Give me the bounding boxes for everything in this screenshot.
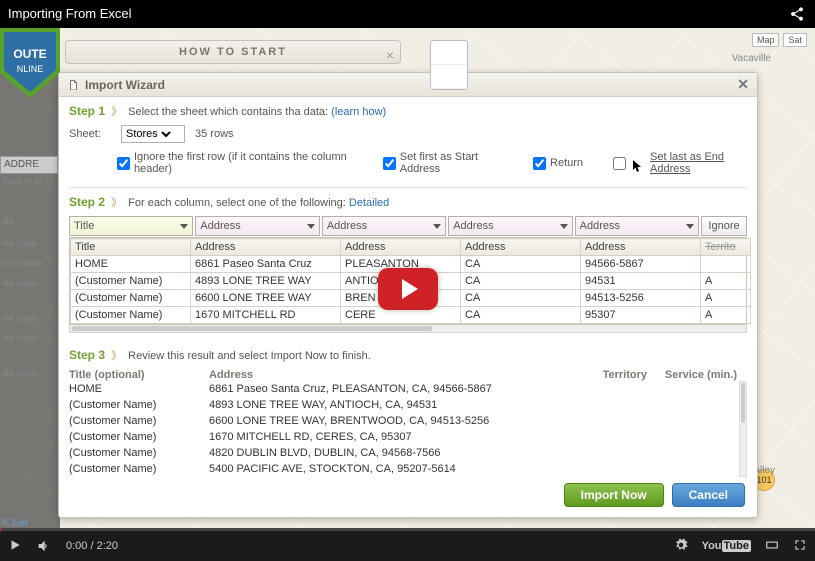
cancel-button[interactable]: Cancel [672,483,745,507]
grid-header: Address [191,239,341,256]
chk-set-first-start[interactable]: Set first as Start Address [383,151,503,175]
list-item: (Customer Name)6600 LONE TREE WAY, BRENT… [69,413,747,429]
grid-header: Title [71,239,191,256]
col-select-address[interactable]: Address [322,216,446,236]
map-city-label: Vacaville [732,53,771,64]
list-item: HOME6861 Paseo Santa Cruz, PLEASANTON, C… [69,381,747,397]
youtube-logo[interactable]: YouTube [702,540,751,552]
grid-header: Address [581,239,701,256]
step2-label: Step 2 [69,195,105,209]
sheet-label: Sheet: [69,128,111,140]
s3-header-territory: Territory [557,369,647,381]
learn-how-link[interactable]: (learn how) [331,106,386,118]
svg-text:OUTE: OUTE [13,47,46,61]
chk-ignore-first-row[interactable]: Ignore the first row (if it contains the… [117,151,353,175]
how-to-start-bar: HOW TO START × [65,40,401,64]
fullscreen-icon[interactable] [793,538,807,555]
step1-label: Step 1 [69,104,105,118]
sidebar-field-fragment: itle (optio [2,278,39,288]
step1-text: Select the sheet which contains tha data… [128,106,328,118]
grid-header: Territo [701,239,751,256]
close-icon[interactable]: × [386,44,394,66]
step3-text: Review this result and select Import Now… [128,350,371,362]
s3-header-address: Address [209,369,557,381]
list-item: (Customer Name)4820 DUBLIN BLVD, DUBLIN,… [69,445,747,461]
video-control-bar: 0:00 / 2:20 YouTube [0,531,815,561]
sheet-select[interactable]: Stores [122,126,174,142]
sidebar-field-fragment: urn (make [2,258,43,268]
theater-icon[interactable] [765,538,779,555]
col-select-title[interactable]: Title [69,216,193,236]
svg-text:NLINE: NLINE [17,64,44,74]
ignore-column-button[interactable]: Ignore [701,216,747,236]
map-zoom-control[interactable] [430,40,468,90]
progress-bar[interactable] [0,528,815,531]
chk-return[interactable]: Return [533,157,583,170]
list-item: (Customer Name)1670 MITCHELL RD, CERES, … [69,429,747,445]
col-select-address[interactable]: Address [448,216,572,236]
sheet-rowcount: 35 rows [195,128,234,140]
sidebar-field-fragment: itle (optio [2,313,39,323]
sidebar-col-title: itle [2,216,14,226]
s3-header-service: Service (min.) [647,369,737,381]
map-toggle-sat[interactable]: Sat [783,33,807,47]
share-icon[interactable] [789,6,805,27]
time-display: 0:00 / 2:20 [66,540,118,552]
vertical-scrollbar[interactable] [739,381,747,477]
chk-set-last-end[interactable]: Set last as End Address [613,151,747,175]
document-icon [67,79,79,91]
settings-icon[interactable] [674,538,688,555]
dialog-title: Import Wizard [85,78,165,92]
step3-label: Step 3 [69,348,105,362]
sidebar-field-fragment: itle (optio [2,368,39,378]
map-toggle-map[interactable]: Map [752,33,780,47]
sidebar-field-fragment: itle (optio [2,333,39,343]
sidebar-address-label: ADDRE [0,156,58,174]
s3-header-title: Title (optional) [69,369,209,381]
video-title: Importing From Excel [8,6,132,21]
play-icon[interactable] [8,538,22,555]
dialog-close-icon[interactable]: ✕ [737,76,749,93]
volume-control[interactable] [36,538,52,554]
detailed-link[interactable]: Detailed [349,197,389,209]
import-now-button[interactable]: Import Now [564,483,664,507]
sidebar-field-fragment: itle (optio [2,238,39,248]
list-item: (Customer Name)4893 LONE TREE WAY, ANTIO… [69,397,747,413]
horizontal-scrollbar[interactable] [69,325,747,333]
logo-badge: OUTE NLINE [0,28,60,98]
grid-header: Address [341,239,461,256]
list-item: (Customer Name)5400 PACIFIC AVE, STOCKTO… [69,461,747,477]
video-play-button[interactable] [378,268,438,310]
cursor-icon [632,159,644,173]
grid-header: Address [461,239,581,256]
col-select-address[interactable]: Address [575,216,699,236]
col-select-address[interactable]: Address [195,216,319,236]
sidebar-hint: Type or In [2,176,42,186]
step2-text: For each column, select one of the follo… [128,197,346,209]
